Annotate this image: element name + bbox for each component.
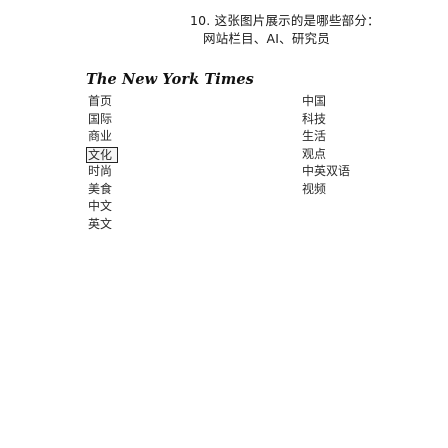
nav-item-tech[interactable]: 科技 xyxy=(300,111,448,129)
nav-item-business[interactable]: 商业 xyxy=(86,128,246,146)
nav-item-bilingual[interactable]: 中英双语 xyxy=(300,163,448,181)
question-line-2: 网站栏目、AI、研究员 xyxy=(203,31,330,46)
nav-item-opinion[interactable]: 观点 xyxy=(300,146,448,164)
question-header: 10. 这张图片展示的是哪些部分： 网站栏目、AI、研究员 xyxy=(0,0,448,46)
nyt-logo[interactable]: The New York Times xyxy=(86,71,254,88)
nav-item-fashion[interactable]: 时尚 xyxy=(86,163,246,181)
nav-item-home[interactable]: 首页 xyxy=(86,93,246,111)
question-line-1: 10. 这张图片展示的是哪些部分： xyxy=(190,13,380,28)
nav-item-english[interactable]: 英文 xyxy=(86,216,246,234)
nav-item-chinese[interactable]: 中文 xyxy=(86,198,246,216)
nav-item-video[interactable]: 视频 xyxy=(300,181,448,199)
nav-item-life[interactable]: 生活 xyxy=(300,128,448,146)
nav-item-world[interactable]: 国际 xyxy=(86,111,246,129)
nav-menu-left: 首页 国际 商业 文化 时尚 美食 中文 英文 xyxy=(86,93,246,233)
nav-item-china[interactable]: 中国 xyxy=(300,93,448,111)
nav-item-culture-selected[interactable]: 文化 xyxy=(86,146,118,163)
nav-item-food[interactable]: 美食 xyxy=(86,181,246,199)
nav-menu-right: 中国 科技 生活 观点 中英双语 视频 xyxy=(300,93,448,198)
